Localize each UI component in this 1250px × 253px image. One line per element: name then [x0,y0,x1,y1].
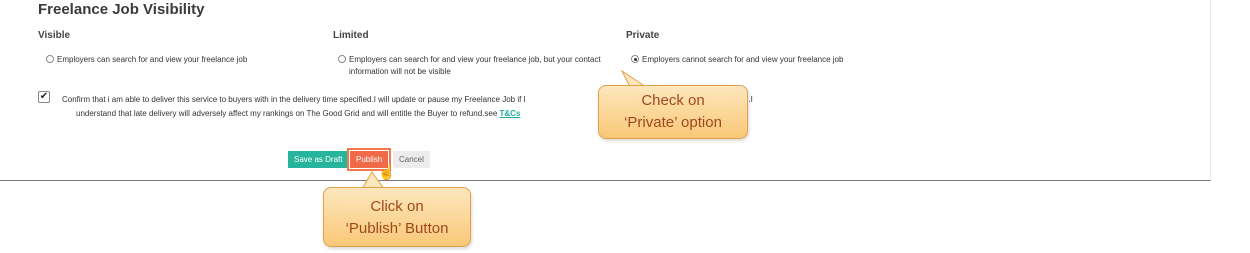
callout-private: Check on ‘Private’ option [598,85,748,139]
callout-private-line1: Check on [641,92,705,109]
option-private-label: Employers cannot search for and view you… [642,55,844,64]
callout-publish: Click on ‘Publish’ Button [323,187,471,247]
heading-visible: Visible [38,30,71,41]
confirm-line1: Confirm that i am able to deliver this s… [62,95,526,104]
section-title: Freelance Job Visibility [38,1,205,18]
callout-publish-line1: Click on [370,198,424,215]
radio-option-visible[interactable]: Employers can search for and view your f… [46,54,247,66]
radio-limited-icon[interactable] [338,55,346,63]
option-limited-label-2: information will not be visible [349,67,451,76]
radio-option-private[interactable]: Employers cannot search for and view you… [631,54,843,66]
option-limited-label: Employers can search for and view your f… [349,55,601,64]
confirm-checkbox[interactable]: ✔ [38,91,50,103]
heading-limited: Limited [333,30,369,41]
radio-option-limited[interactable]: Employers can search for and view your f… [338,54,601,78]
radio-visible-icon[interactable] [46,55,54,63]
radio-private-icon[interactable] [631,55,639,63]
save-draft-button[interactable]: Save as Draft [288,151,349,168]
cancel-button[interactable]: Cancel [393,151,430,168]
callout-private-line2: ‘Private’ option [624,114,722,131]
callout-publish-line2: ‘Publish’ Button [345,220,449,237]
confirm-line2: understand that late delivery will adver… [76,109,500,118]
heading-private: Private [626,30,660,41]
terms-link[interactable]: T&Cs [500,109,521,118]
option-visible-label: Employers can search for and view your f… [57,55,248,64]
